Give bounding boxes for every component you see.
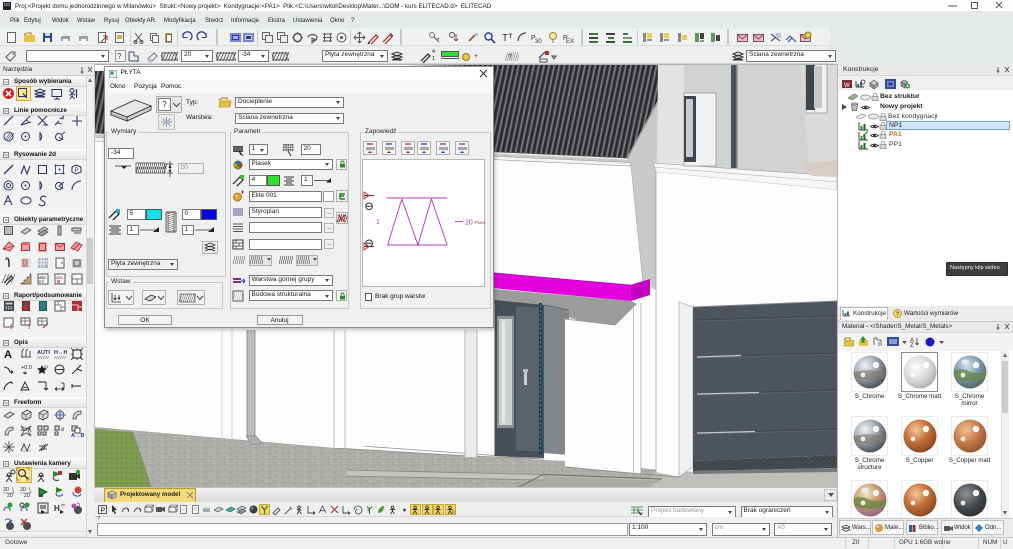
svg-text:EX: EX [566,39,574,44]
svg-text:m²: m² [39,279,45,284]
svg-text:W: W [844,83,850,89]
svg-text:d: d [61,427,64,433]
svg-text:Z: Z [910,343,914,347]
svg-text:1: 1 [376,219,380,226]
svg-text:H: H [54,504,60,513]
svg-text:?: ? [117,52,122,61]
svg-text:P: P [75,168,79,174]
svg-text:AUTO: AUTO [37,350,50,356]
svg-text:abc: abc [56,275,64,280]
svg-text:T: T [502,33,508,44]
svg-text:01: 01 [44,364,49,369]
svg-text:30: 30 [535,39,542,44]
svg-text:2D: 2D [7,493,14,498]
svg-text:20: 20 [465,219,473,226]
svg-text:!: ! [10,324,12,329]
svg-text:Piasek: Piasek [475,220,485,225]
svg-text:A: A [4,349,12,360]
svg-text:2D: 2D [24,493,31,498]
svg-text:?: ? [508,54,512,61]
svg-text:!: ! [28,324,30,329]
svg-text:P: P [100,507,105,514]
svg-text:H↔H: H↔H [54,350,67,356]
svg-text:+0.0: +0.0 [21,365,32,371]
svg-text:A→B: A→B [71,433,84,437]
